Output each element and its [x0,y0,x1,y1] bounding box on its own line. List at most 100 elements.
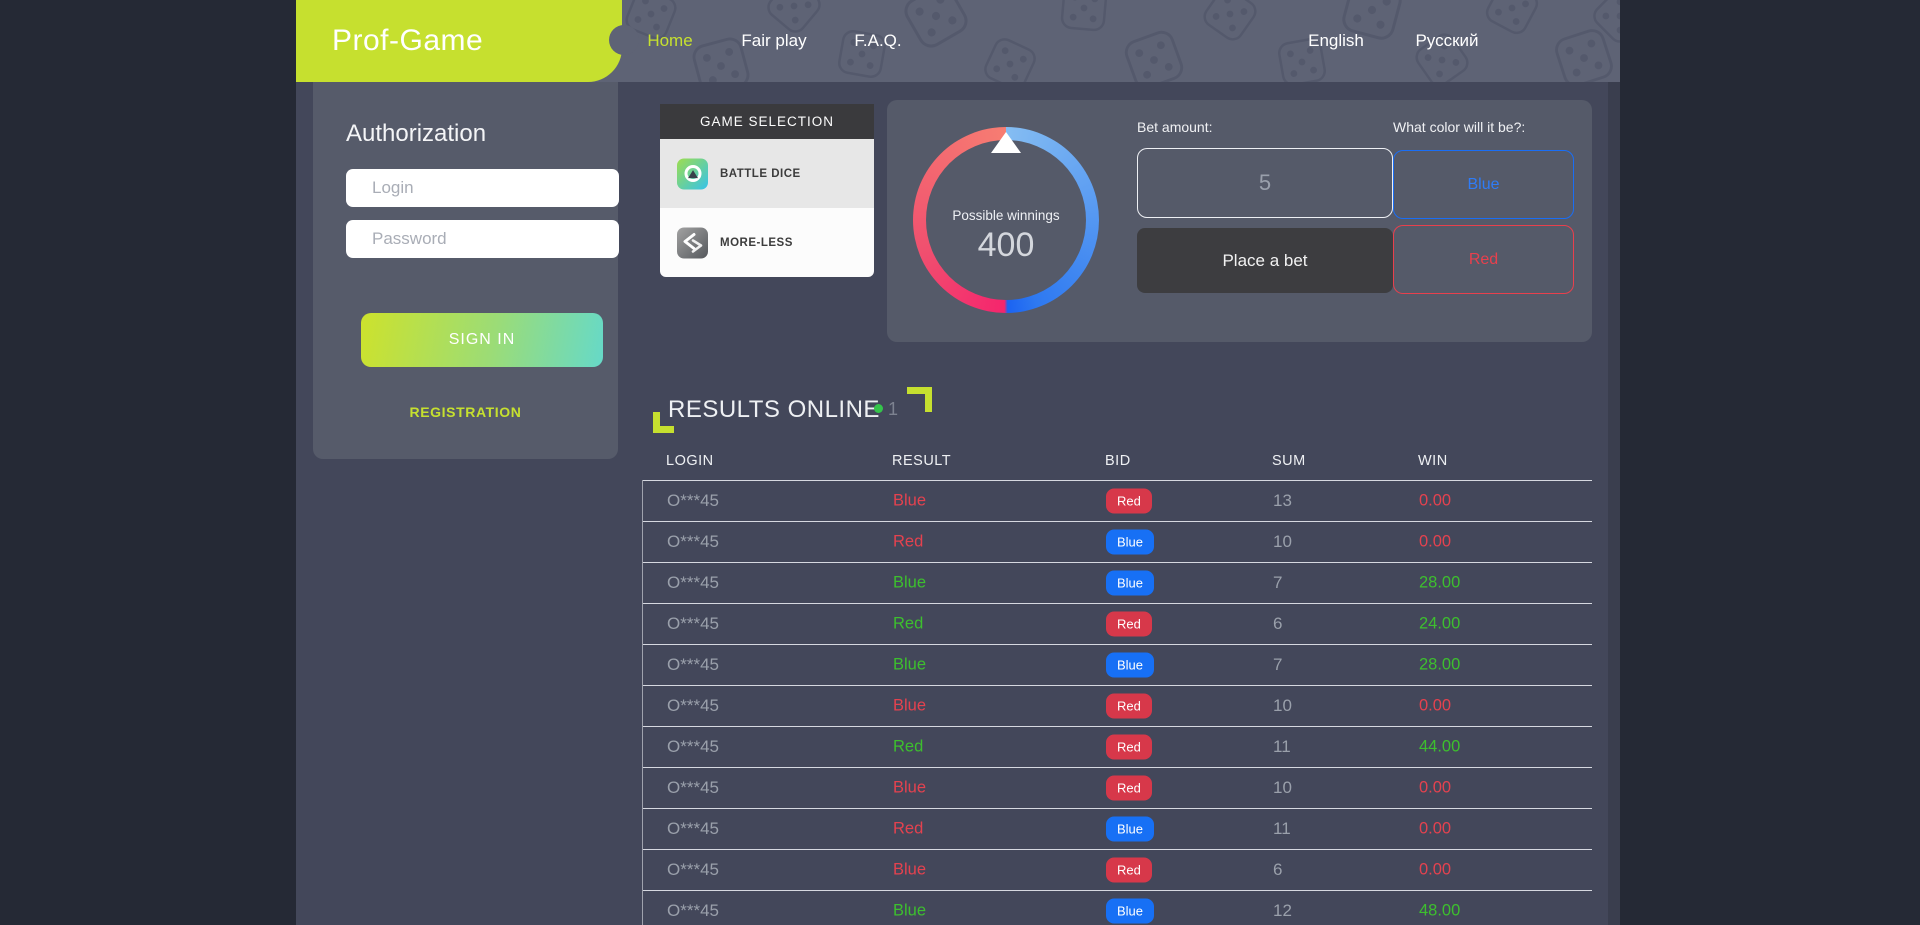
nav-item-home[interactable]: Home [647,0,692,82]
game-item-more-less[interactable]: MORE-LESS [660,208,874,277]
cell-result: Blue [893,778,927,797]
results-table-body: O***45 Blue Red 13 0.00 O***45 Red Blue 10 0.00 O*… [642,480,1592,925]
bid-badge-blue: Blue [1106,529,1155,555]
cell-result: Red [893,532,924,551]
cell-win: 0.00 [1419,491,1452,510]
cell-login: O***45 [667,655,719,674]
table-row: O***45 Blue Blue 12 48.00 [643,890,1592,925]
cell-win: 0.00 [1419,860,1452,879]
winnings-gauge: Possible winnings 400 [913,127,1099,313]
bid-badge-blue: Blue [1106,570,1155,596]
cell-sum: 6 [1273,614,1283,633]
cell-result: Blue [893,491,927,510]
game-selection-panel: GAME SELECTION BATTLE DICE MORE-LESS [660,104,874,277]
cell-sum: 7 [1273,655,1283,674]
column-header-login: LOGIN [666,452,714,469]
table-row: O***45 Blue Red 10 0.00 [643,685,1592,726]
cell-bid: Blue [1106,652,1155,678]
bet-amount-label: Bet amount: [1137,119,1213,135]
table-row: O***45 Red Red 11 44.00 [643,726,1592,767]
color-question-label: What color will it be?: [1393,119,1526,135]
table-row: O***45 Blue Blue 7 28.00 [643,644,1592,685]
cell-bid: Blue [1106,570,1155,596]
cell-bid: Red [1106,775,1152,801]
bid-badge-red: Red [1106,734,1152,760]
cell-login: O***45 [667,901,719,920]
registration-link[interactable]: REGISTRATION [313,404,618,420]
table-row: O***45 Red Red 6 24.00 [643,603,1592,644]
cell-result: Blue [893,860,927,879]
cell-win: 0.00 [1419,696,1452,715]
results-table-header: LOGIN RESULT BID SUM WIN [642,441,1592,480]
bid-badge-blue: Blue [1106,816,1155,842]
cell-login: O***45 [667,491,719,510]
cell-login: O***45 [667,532,719,551]
possible-winnings-value: 400 [977,226,1035,264]
language-english[interactable]: English [1308,0,1364,82]
gauge-inner: Possible winnings 400 [926,140,1086,300]
bid-badge-red: Red [1106,693,1152,719]
cell-win: 44.00 [1419,737,1461,756]
cell-win: 0.00 [1419,532,1452,551]
column-header-sum: SUM [1272,452,1306,469]
cell-sum: 7 [1273,573,1283,592]
cell-bid: Red [1106,611,1152,637]
bid-badge-blue: Blue [1106,652,1155,678]
cell-login: O***45 [667,696,719,715]
cell-result: Red [893,737,924,756]
column-header-bid: BID [1105,452,1131,469]
color-option-blue-button[interactable]: Blue [1393,150,1574,219]
bet-panel: Possible winnings 400 Bet amount: Place … [887,100,1592,342]
cell-win: 28.00 [1419,655,1461,674]
nav-item-fair-play[interactable]: Fair play [741,0,806,82]
cell-login: O***45 [667,860,719,879]
cell-sum: 13 [1273,491,1292,510]
game-selection-title: GAME SELECTION [660,104,874,139]
cell-login: O***45 [667,737,719,756]
cell-sum: 11 [1273,737,1291,756]
nav-item-faq[interactable]: F.A.Q. [854,0,901,82]
cell-sum: 10 [1273,696,1292,715]
place-bet-button[interactable]: Place a bet [1137,228,1393,293]
bid-badge-blue: Blue [1106,898,1155,924]
battle-dice-icon [677,158,708,189]
scrollbar-track[interactable] [1608,82,1620,925]
page: Prof-Game Home Fair play F.A.Q. English … [0,0,1920,925]
online-indicator-dot [874,404,883,413]
table-row: O***45 Red Blue 10 0.00 [643,521,1592,562]
language-russian[interactable]: Русский [1415,0,1478,82]
main-column: Prof-Game Home Fair play F.A.Q. English … [296,0,1620,925]
cell-bid: Red [1106,488,1152,514]
game-item-label: BATTLE DICE [720,167,801,180]
cell-bid: Red [1106,857,1152,883]
column-header-result: RESULT [892,452,952,469]
cell-bid: Red [1106,734,1152,760]
cell-login: O***45 [667,819,719,838]
cell-win: 24.00 [1419,614,1461,633]
lime-corner-bracket-top-right [907,387,932,412]
bid-badge-red: Red [1106,775,1152,801]
cell-win: 48.00 [1419,901,1461,920]
logo[interactable]: Prof-Game [296,0,622,82]
cell-win: 0.00 [1419,819,1452,838]
game-item-battle-dice[interactable]: BATTLE DICE [660,139,874,208]
logo-text: Prof-Game [332,24,484,57]
more-less-icon [677,227,708,258]
login-input[interactable] [346,169,619,207]
cell-sum: 10 [1273,532,1292,551]
logo-notch-decoration [609,25,639,55]
bid-badge-red: Red [1106,857,1152,883]
authorization-title: Authorization [346,120,487,147]
table-row: O***45 Blue Red 13 0.00 [643,480,1592,521]
sign-in-button[interactable]: SIGN IN [361,313,603,367]
cell-win: 28.00 [1419,573,1461,592]
cell-sum: 11 [1273,819,1291,838]
cell-result: Blue [893,901,927,920]
cell-result: Red [893,819,924,838]
results-table: LOGIN RESULT BID SUM WIN O***45 Blue Red 13… [642,441,1592,925]
cell-bid: Red [1106,693,1152,719]
color-option-red-button[interactable]: Red [1393,225,1574,294]
password-input[interactable] [346,220,619,258]
bet-amount-input[interactable] [1137,148,1393,218]
cell-login: O***45 [667,573,719,592]
